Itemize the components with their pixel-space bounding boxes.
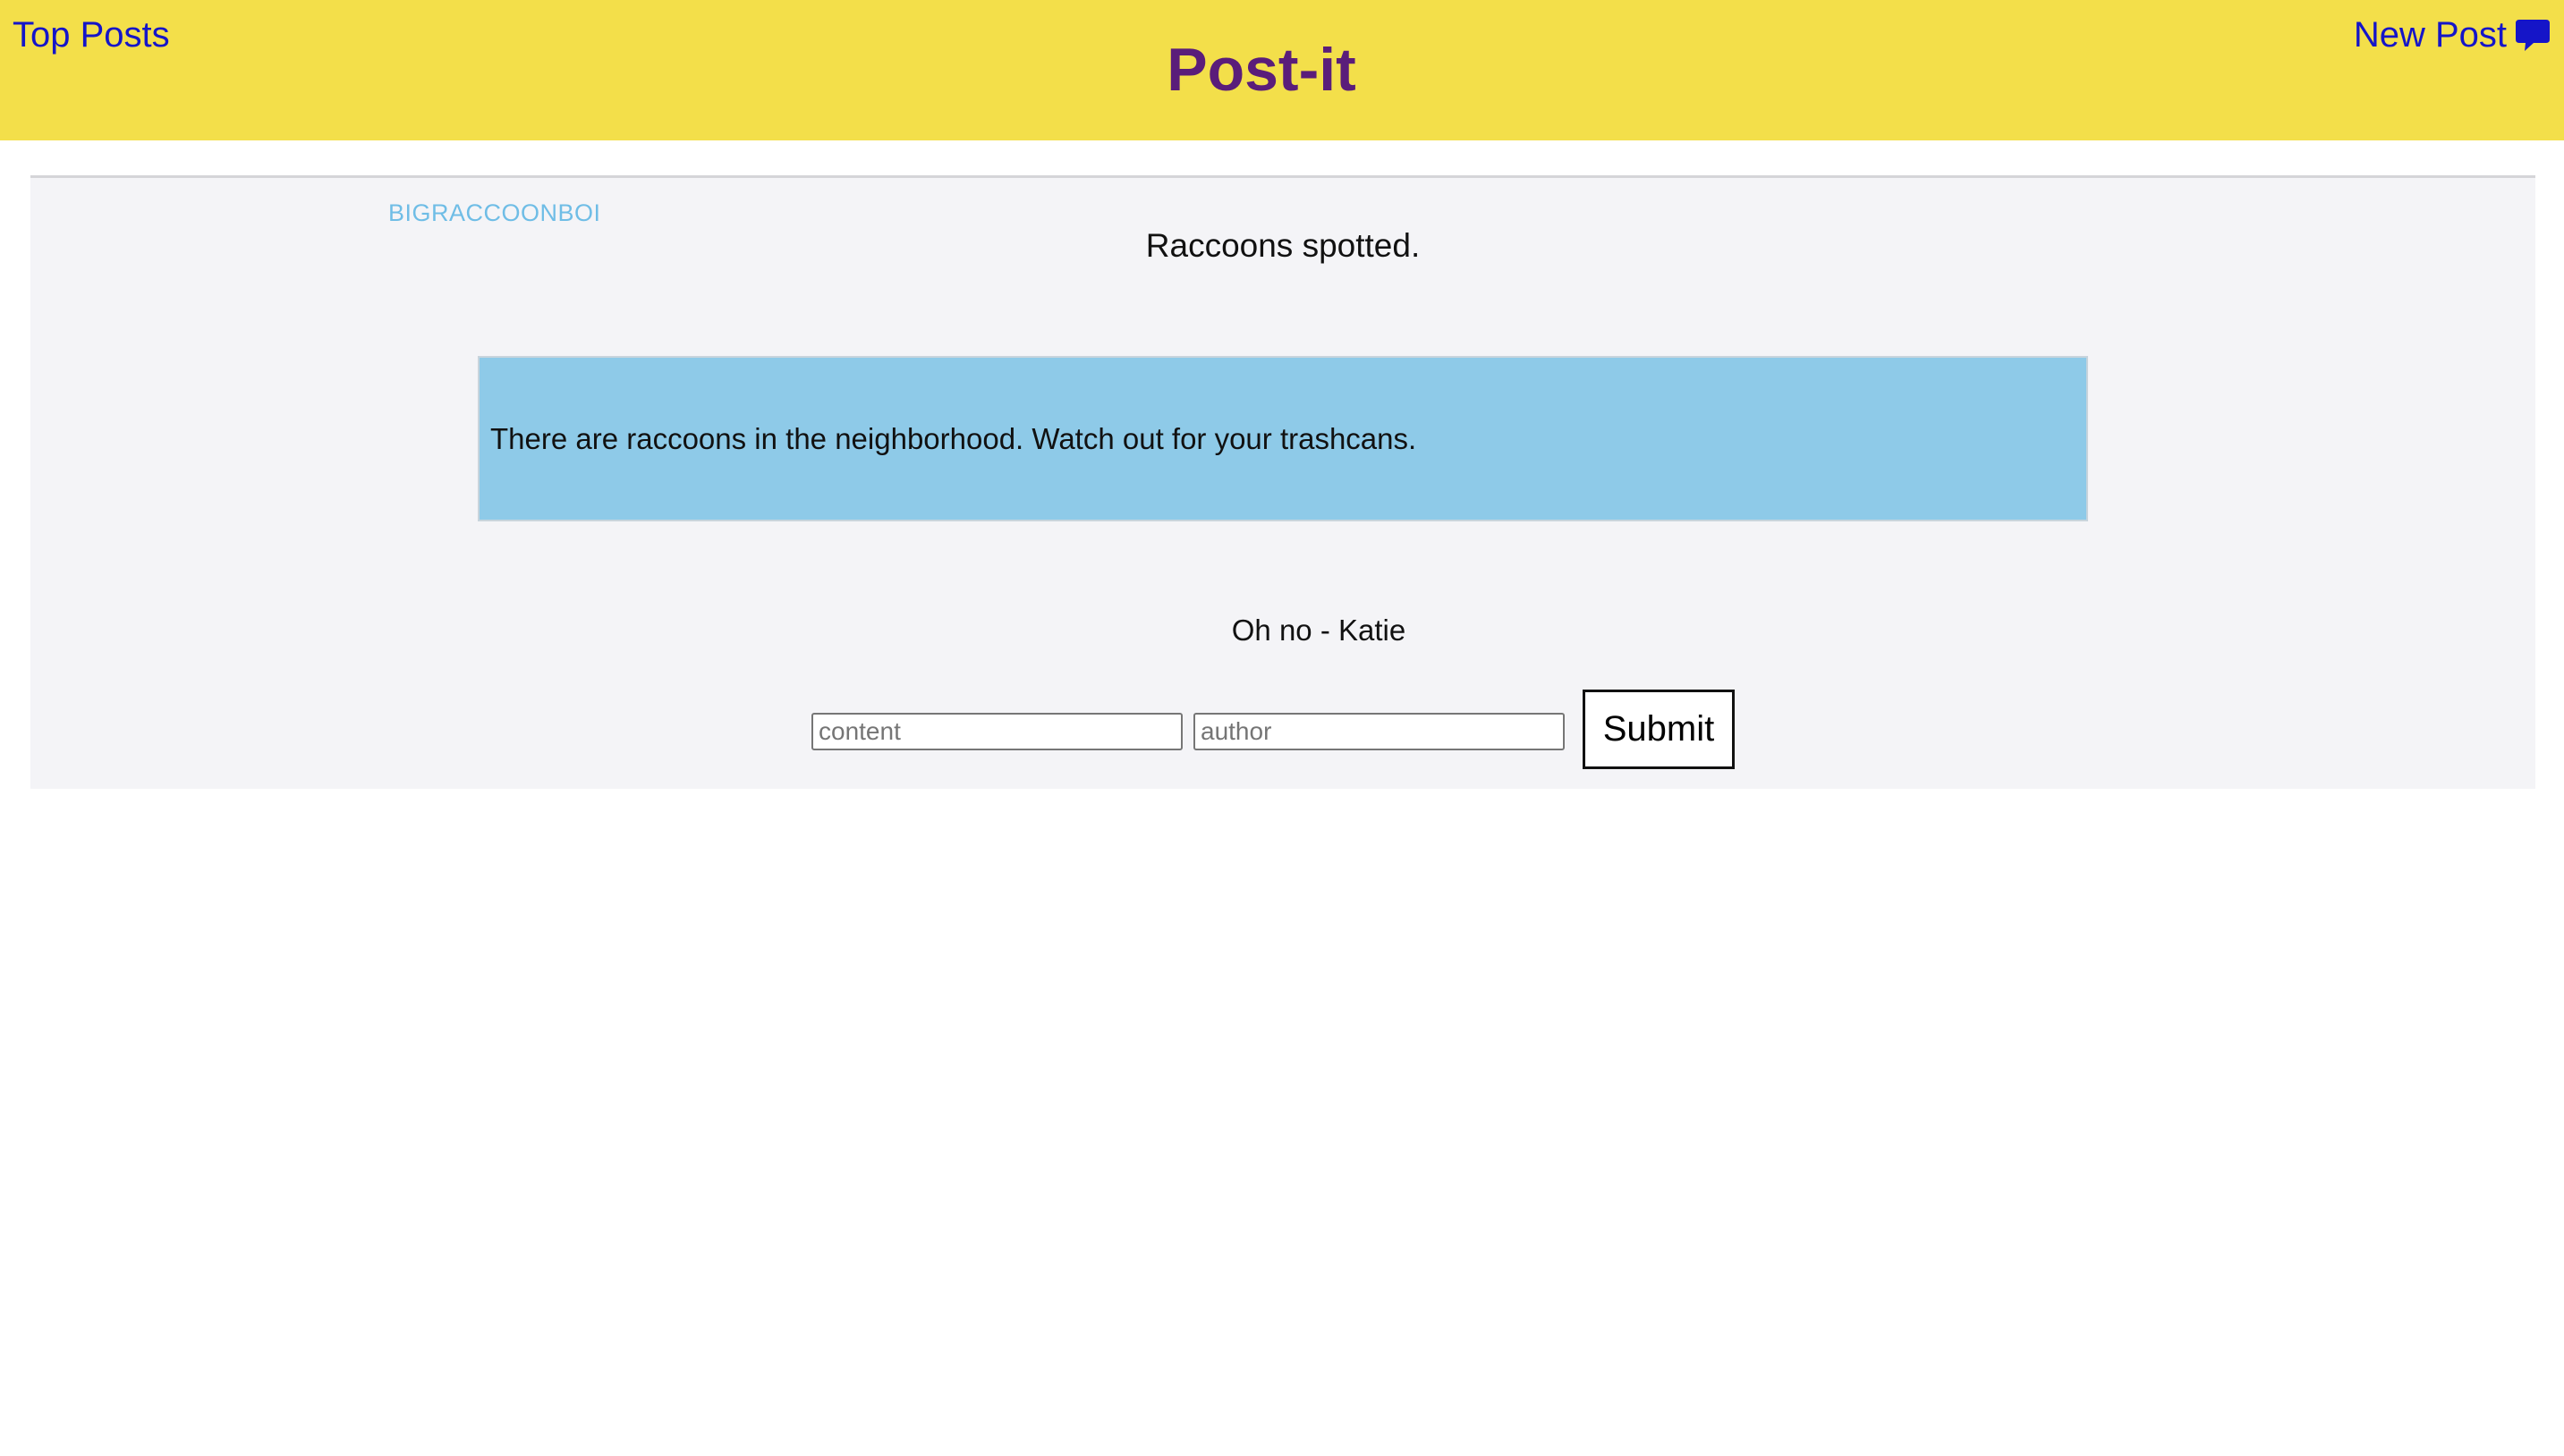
submit-button[interactable]: Submit [1583, 690, 1735, 769]
content-input[interactable] [811, 712, 1183, 750]
comment-form: Submit [811, 690, 1735, 771]
new-post-link[interactable]: New Post [2354, 13, 2551, 57]
post-author[interactable]: BIGRACCOONBOI [388, 198, 601, 228]
post-title: Raccoons spotted. [1145, 227, 1421, 264]
comment-item: Oh no - Katie [1231, 614, 1406, 647]
author-input[interactable] [1193, 712, 1565, 750]
post-body-text: There are raccoons in the neighborhood. … [490, 421, 1417, 455]
new-post-label: New Post [2353, 15, 2507, 55]
site-title: Post-it [1167, 36, 1356, 104]
post-body: There are raccoons in the neighborhood. … [478, 356, 2088, 521]
post-card: BIGRACCOONBOI Raccoons spotted. There ar… [30, 175, 2535, 789]
speech-bubble-icon [2514, 16, 2551, 54]
site-header: Top Posts Post-it New Post [0, 0, 2564, 140]
